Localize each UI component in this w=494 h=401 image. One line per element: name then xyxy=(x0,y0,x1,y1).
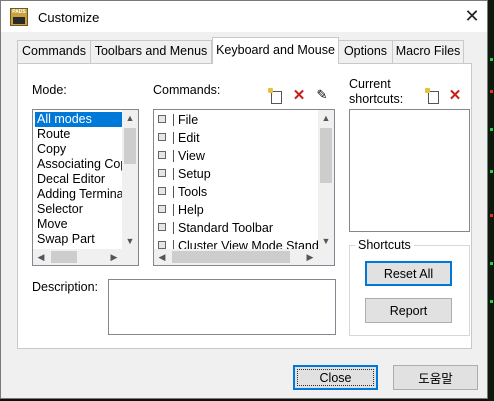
list-item[interactable]: Decal Editor xyxy=(35,172,105,187)
background-dot xyxy=(490,90,493,93)
tree-line xyxy=(173,222,174,234)
command-folder-icon xyxy=(158,133,166,141)
scroll-thumb[interactable] xyxy=(172,251,290,263)
command-item-label: Tools xyxy=(178,185,208,199)
tree-line xyxy=(173,132,174,144)
commands-horizontal-scrollbar[interactable]: ◀ ▶ xyxy=(154,249,318,265)
background-dot xyxy=(490,262,493,265)
list-item[interactable]: All modes xyxy=(35,112,122,127)
scroll-left-icon[interactable]: ◀ xyxy=(33,249,49,265)
customize-dialog: PADS Customize ✕ Commands Toolbars and M… xyxy=(0,0,488,399)
title-bar: PADS Customize ✕ xyxy=(1,1,487,32)
close-icon[interactable]: ✕ xyxy=(460,6,484,28)
scroll-thumb[interactable] xyxy=(124,128,136,164)
scroll-corner xyxy=(318,249,334,265)
delete-icon[interactable]: ✕ xyxy=(291,88,307,104)
commands-label: Commands: xyxy=(153,83,221,97)
help-button[interactable]: 도움말 xyxy=(393,365,478,390)
tab-options[interactable]: Options xyxy=(338,40,393,63)
command-folder-icon xyxy=(158,205,166,213)
scroll-right-icon[interactable]: ▶ xyxy=(106,249,122,265)
tree-line xyxy=(173,114,174,126)
reset-all-button[interactable]: Reset All xyxy=(365,261,452,286)
scroll-down-icon[interactable]: ▼ xyxy=(318,233,334,249)
mode-vertical-scrollbar[interactable]: ▲ ▼ xyxy=(122,110,138,249)
scroll-left-icon[interactable]: ◀ xyxy=(154,249,170,265)
command-folder-icon xyxy=(158,187,166,195)
command-item-label: Edit xyxy=(178,131,200,145)
background-dot xyxy=(490,128,493,131)
command-item[interactable]: Standard Toolbar xyxy=(158,219,273,237)
app-icon: PADS xyxy=(10,8,28,26)
command-item[interactable]: File xyxy=(158,111,198,129)
mode-listbox[interactable]: All modes Route Copy Associating Cop Dec… xyxy=(32,109,139,266)
list-item[interactable]: Selector xyxy=(35,202,83,217)
tab-toolbars-and-menus[interactable]: Toolbars and Menus xyxy=(90,40,212,63)
tab-macro-files[interactable]: Macro Files xyxy=(392,40,464,63)
background-dot xyxy=(490,58,493,61)
command-item-label: View xyxy=(178,149,205,163)
new-icon[interactable] xyxy=(425,88,441,104)
command-item-label: Standard Toolbar xyxy=(178,221,273,235)
current-shortcuts-label: Current shortcuts: xyxy=(349,77,404,106)
scroll-right-icon[interactable]: ▶ xyxy=(302,249,318,265)
list-item[interactable]: Swap Part xyxy=(35,232,95,247)
scroll-thumb[interactable] xyxy=(51,251,77,263)
scroll-down-icon[interactable]: ▼ xyxy=(122,233,138,249)
command-item[interactable]: Help xyxy=(158,201,204,219)
list-item[interactable]: Adding Termina xyxy=(35,187,124,202)
delete-icon[interactable]: ✕ xyxy=(447,88,463,104)
tree-line xyxy=(173,186,174,198)
background-dot xyxy=(490,300,493,303)
description-field xyxy=(108,279,336,335)
command-item[interactable]: Edit xyxy=(158,129,200,147)
tree-line xyxy=(173,204,174,216)
report-button[interactable]: Report xyxy=(365,298,452,323)
description-label: Description: xyxy=(32,280,98,294)
commands-vertical-scrollbar[interactable]: ▲ ▼ xyxy=(318,110,334,249)
app-icon-bar xyxy=(13,17,25,24)
window-title: Customize xyxy=(38,10,100,25)
background-strip xyxy=(488,0,494,401)
scroll-thumb[interactable] xyxy=(320,128,332,183)
list-item[interactable]: Associating Cop xyxy=(35,157,127,172)
list-item[interactable]: Move xyxy=(35,217,68,232)
list-item[interactable]: Copy xyxy=(35,142,66,157)
scroll-corner xyxy=(122,249,138,265)
commands-listbox[interactable]: File Edit View Setup Tools Help Standard… xyxy=(153,109,335,266)
mode-label: Mode: xyxy=(32,83,67,97)
tab-commands[interactable]: Commands xyxy=(17,40,91,63)
app-icon-label: PADS xyxy=(12,9,26,15)
command-item[interactable]: View xyxy=(158,147,205,165)
tree-line xyxy=(173,168,174,180)
list-item[interactable]: Route xyxy=(35,127,70,142)
scroll-up-icon[interactable]: ▲ xyxy=(318,110,334,126)
close-button[interactable]: Close xyxy=(293,365,378,390)
command-item[interactable]: Setup xyxy=(158,165,211,183)
command-folder-icon xyxy=(158,115,166,123)
tab-keyboard-and-mouse[interactable]: Keyboard and Mouse xyxy=(212,37,339,64)
shortcuts-group-title: Shortcuts xyxy=(355,238,414,252)
tree-line xyxy=(173,150,174,162)
command-item-label: File xyxy=(178,113,199,127)
background-dot xyxy=(490,170,493,173)
scroll-up-icon[interactable]: ▲ xyxy=(122,110,138,126)
edit-icon[interactable]: ✎ xyxy=(314,87,330,103)
command-item[interactable]: Tools xyxy=(158,183,207,201)
new-icon[interactable] xyxy=(268,88,284,104)
command-folder-icon xyxy=(158,151,166,159)
command-folder-icon xyxy=(158,241,166,249)
background-dot xyxy=(490,214,493,217)
command-item-label: Setup xyxy=(178,167,211,181)
command-item-label: Help xyxy=(178,203,204,217)
current-shortcuts-listbox[interactable] xyxy=(349,109,470,232)
command-folder-icon xyxy=(158,169,166,177)
mode-horizontal-scrollbar[interactable]: ◀ ▶ xyxy=(33,249,122,265)
command-folder-icon xyxy=(158,223,166,231)
